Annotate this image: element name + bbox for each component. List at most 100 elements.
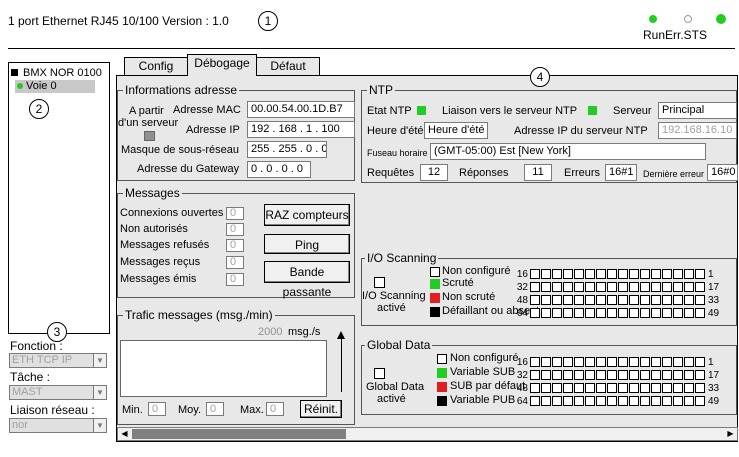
grid-cell[interactable] — [618, 295, 628, 305]
grid-cell[interactable] — [673, 308, 683, 318]
grid-cell[interactable] — [563, 295, 573, 305]
grid-cell[interactable] — [640, 282, 650, 292]
grid-cell[interactable] — [552, 269, 562, 279]
grid-cell[interactable] — [574, 357, 584, 367]
grid-cell[interactable] — [563, 383, 573, 393]
grid-cell[interactable] — [541, 269, 551, 279]
grid-cell[interactable] — [530, 383, 540, 393]
grid-cell[interactable] — [673, 383, 683, 393]
grid-cell[interactable] — [629, 370, 639, 380]
grid-cell[interactable] — [607, 370, 617, 380]
grid-cell[interactable] — [695, 269, 705, 279]
grid-cell[interactable] — [596, 370, 606, 380]
grid-cell[interactable] — [662, 396, 672, 406]
grid-cell[interactable] — [607, 295, 617, 305]
grid-cell[interactable] — [618, 383, 628, 393]
bandwidth-button[interactable]: Bande passante — [264, 261, 350, 299]
grid-cell[interactable] — [618, 282, 628, 292]
grid-cell[interactable] — [607, 383, 617, 393]
grid-cell[interactable] — [695, 383, 705, 393]
grid-cell[interactable] — [541, 295, 551, 305]
grid-cell[interactable] — [629, 357, 639, 367]
function-select[interactable]: ETH TCP IP ▼ — [9, 353, 107, 368]
grid-cell[interactable] — [530, 295, 540, 305]
grid-cell[interactable] — [629, 383, 639, 393]
traffic-reset-button[interactable]: Réinit. — [300, 400, 342, 418]
grid-cell[interactable] — [684, 282, 694, 292]
grid-cell[interactable] — [662, 295, 672, 305]
grid-cell[interactable] — [596, 396, 606, 406]
grid-cell[interactable] — [541, 282, 551, 292]
grid-cell[interactable] — [530, 370, 540, 380]
tree-module[interactable]: BMX NOR 0100 — [23, 67, 102, 80]
scroll-left-icon[interactable]: ◀ — [119, 429, 130, 439]
tab-config[interactable]: Config — [124, 57, 188, 75]
grid-cell[interactable] — [607, 308, 617, 318]
grid-cell[interactable] — [695, 396, 705, 406]
grid-cell[interactable] — [530, 396, 540, 406]
grid-cell[interactable] — [552, 396, 562, 406]
grid-cell[interactable] — [530, 357, 540, 367]
grid-cell[interactable] — [541, 357, 551, 367]
grid-cell[interactable] — [585, 308, 595, 318]
grid-cell[interactable] — [651, 269, 661, 279]
grid-cell[interactable] — [574, 370, 584, 380]
grid-cell[interactable] — [695, 357, 705, 367]
ping-button[interactable]: Ping — [264, 234, 350, 254]
grid-cell[interactable] — [574, 295, 584, 305]
grid-cell[interactable] — [695, 282, 705, 292]
grid-cell[interactable] — [607, 396, 617, 406]
grid-cell[interactable] — [585, 295, 595, 305]
grid-cell[interactable] — [662, 370, 672, 380]
grid-cell[interactable] — [585, 357, 595, 367]
grid-cell[interactable] — [574, 282, 584, 292]
grid-cell[interactable] — [530, 269, 540, 279]
grid-cell[interactable] — [695, 295, 705, 305]
reset-counters-button[interactable]: RAZ compteurs — [264, 204, 350, 226]
grid-cell[interactable] — [640, 396, 650, 406]
grid-cell[interactable] — [673, 269, 683, 279]
grid-cell[interactable] — [673, 370, 683, 380]
grid-cell[interactable] — [695, 308, 705, 318]
grid-cell[interactable] — [563, 357, 573, 367]
grid-cell[interactable] — [640, 383, 650, 393]
grid-cell[interactable] — [684, 308, 694, 318]
grid-cell[interactable] — [662, 269, 672, 279]
grid-cell[interactable] — [640, 357, 650, 367]
grid-cell[interactable] — [640, 269, 650, 279]
grid-cell[interactable] — [640, 370, 650, 380]
grid-cell[interactable] — [607, 282, 617, 292]
grid-cell[interactable] — [629, 269, 639, 279]
grid-cell[interactable] — [596, 269, 606, 279]
grid-cell[interactable] — [618, 370, 628, 380]
grid-cell[interactable] — [629, 282, 639, 292]
grid-cell[interactable] — [596, 383, 606, 393]
grid-cell[interactable] — [596, 295, 606, 305]
grid-cell[interactable] — [530, 308, 540, 318]
grid-cell[interactable] — [695, 370, 705, 380]
grid-cell[interactable] — [673, 396, 683, 406]
grid-cell[interactable] — [552, 370, 562, 380]
grid-cell[interactable] — [552, 357, 562, 367]
grid-cell[interactable] — [552, 308, 562, 318]
grid-cell[interactable] — [662, 357, 672, 367]
grid-cell[interactable] — [629, 295, 639, 305]
grid-cell[interactable] — [541, 370, 551, 380]
grid-cell[interactable] — [684, 269, 694, 279]
grid-cell[interactable] — [552, 295, 562, 305]
grid-cell[interactable] — [585, 269, 595, 279]
grid-cell[interactable] — [618, 308, 628, 318]
grid-cell[interactable] — [618, 269, 628, 279]
scrollbar-thumb[interactable] — [132, 429, 346, 439]
tab-default[interactable]: Défaut — [256, 57, 320, 75]
grid-cell[interactable] — [563, 308, 573, 318]
grid-cell[interactable] — [651, 295, 661, 305]
tab-debug[interactable]: Débogage — [187, 54, 257, 76]
scroll-right-icon[interactable]: ▶ — [725, 429, 736, 439]
grid-cell[interactable] — [673, 295, 683, 305]
grid-cell[interactable] — [684, 295, 694, 305]
grid-cell[interactable] — [596, 308, 606, 318]
grid-cell[interactable] — [563, 282, 573, 292]
grid-cell[interactable] — [673, 282, 683, 292]
tree-panel[interactable]: BMX NOR 0100 Voie 0 2 — [8, 62, 110, 334]
